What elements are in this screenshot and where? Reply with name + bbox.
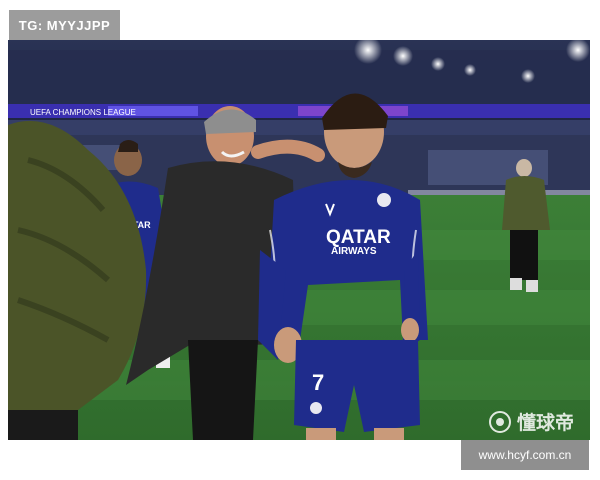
- watermark-text: 懂球帝: [516, 413, 574, 434]
- url-label: www.hcyf.com.cn: [461, 440, 589, 470]
- shirt-sponsor-line1: QATAR: [326, 227, 391, 248]
- tg-label: TG: MYYJJPP: [9, 10, 120, 40]
- led-board-text: UEFA CHAMPIONS LEAGUE: [30, 108, 136, 117]
- photo-scene: UEFA CHAMPIONS LEAGUE QATAR AIRWAYS 7: [8, 40, 590, 440]
- football-icon: [488, 410, 511, 433]
- watermark: 懂球帝: [488, 408, 574, 435]
- shirt-number: 7: [312, 370, 324, 395]
- match-photo: UEFA CHAMPIONS LEAGUE QATAR AIRWAYS 7 懂球…: [8, 40, 590, 440]
- shirt-sponsor-line2: AIRWAYS: [331, 246, 377, 257]
- club-crest: [377, 193, 391, 207]
